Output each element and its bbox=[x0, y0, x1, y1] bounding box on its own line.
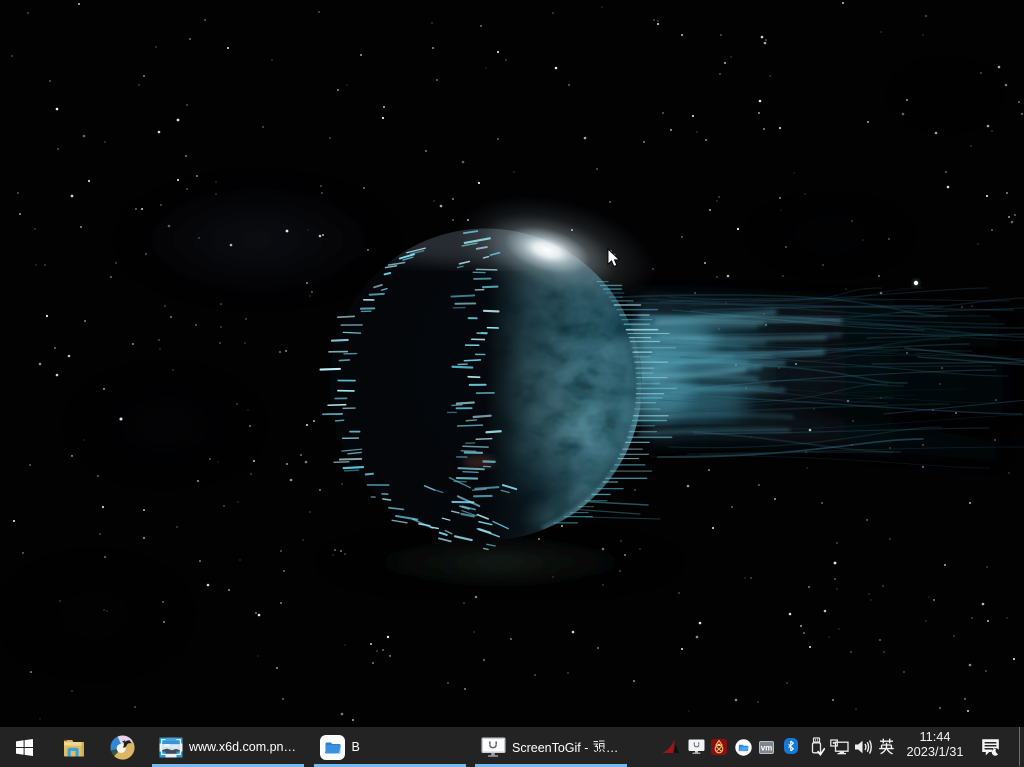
svg-text:vm: vm bbox=[761, 744, 773, 753]
